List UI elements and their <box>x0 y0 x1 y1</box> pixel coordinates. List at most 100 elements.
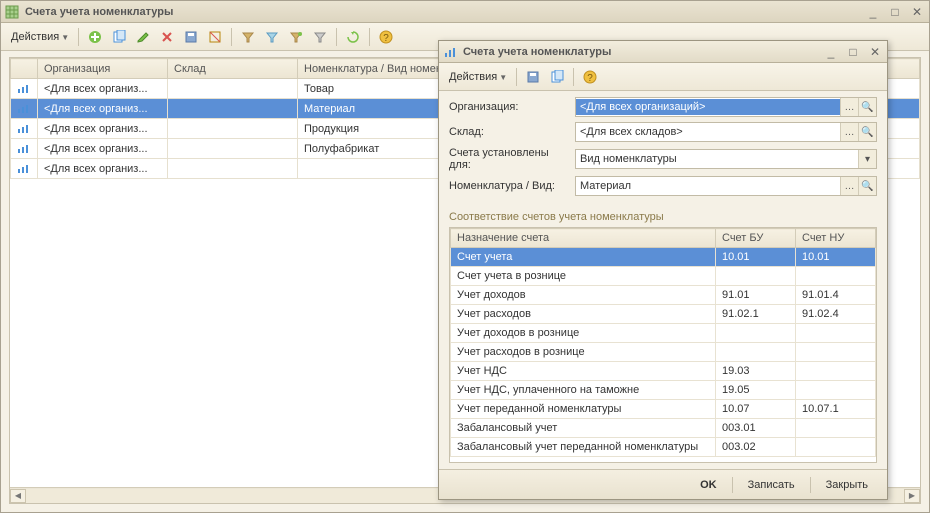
acct-cell-nu: 10.01 <box>796 248 876 267</box>
grid-icon <box>5 5 19 19</box>
acct-row[interactable]: Учет переданной номенклатуры10.0710.07.1 <box>451 400 876 419</box>
acct-header-row: Назначение счета Счет БУ Счет НУ <box>451 229 876 248</box>
setfor-input[interactable] <box>576 151 858 167</box>
acct-row[interactable]: Учет НДС, уплаченного на таможне19.05 <box>451 381 876 400</box>
org-label: Организация: <box>449 101 569 113</box>
acct-cell-bu <box>716 267 796 286</box>
filter-button-3[interactable] <box>285 26 307 48</box>
dialog-copy-button[interactable] <box>546 66 568 88</box>
save-button[interactable] <box>180 26 202 48</box>
copy-button[interactable] <box>108 26 130 48</box>
dialog-footer: OK Записать Закрыть <box>439 469 887 499</box>
field-row-org: Организация: <Для всех организаций> … 🔍 <box>449 97 877 117</box>
chevron-down-icon: ▾ <box>865 154 870 165</box>
acct-cell-nu: 91.01.4 <box>796 286 876 305</box>
sklad-input[interactable] <box>576 124 840 140</box>
dialog-close-button[interactable]: ✕ <box>867 45 883 59</box>
cell-org: <Для всех организ... <box>38 99 168 119</box>
ok-button[interactable]: OK <box>689 474 728 496</box>
filter-button-2[interactable] <box>261 26 283 48</box>
col-icon[interactable] <box>11 59 38 79</box>
row-icon-cell <box>11 119 38 139</box>
acct-row[interactable]: Счет учета10.0110.01 <box>451 248 876 267</box>
acct-col-name[interactable]: Назначение счета <box>451 229 716 248</box>
chart-icon <box>17 144 31 154</box>
acct-cell-nu <box>796 343 876 362</box>
acct-cell-name: Учет НДС, уплаченного на таможне <box>451 381 716 400</box>
chart-icon <box>17 164 31 174</box>
minimize-button[interactable]: _ <box>865 5 881 19</box>
scroll-left-button[interactable]: ◀ <box>10 489 26 503</box>
acct-row[interactable]: Учет расходов в рознице <box>451 343 876 362</box>
close-button[interactable]: ✕ <box>909 5 925 19</box>
accounts-section-title: Соответствие счетов учета номенклатуры <box>449 211 877 223</box>
field-row-sklad: Склад: … 🔍 <box>449 122 877 142</box>
write-button[interactable]: Записать <box>737 474 806 496</box>
select-button[interactable]: … <box>840 98 858 116</box>
nomvid-field[interactable]: … 🔍 <box>575 176 877 196</box>
acct-row[interactable]: Учет расходов91.02.191.02.4 <box>451 305 876 324</box>
mark-button[interactable] <box>204 26 226 48</box>
chart-icon <box>443 45 457 59</box>
acct-cell-nu <box>796 324 876 343</box>
dialog-toolbar: Действия▼ ? <box>439 63 887 91</box>
setfor-field[interactable]: ▾ <box>575 149 877 169</box>
search-button[interactable]: 🔍 <box>858 123 876 141</box>
acct-cell-name: Учет расходов в рознице <box>451 343 716 362</box>
acct-col-bu[interactable]: Счет БУ <box>716 229 796 248</box>
filter-clear-button[interactable] <box>309 26 331 48</box>
row-icon-cell <box>11 139 38 159</box>
nomvid-input[interactable] <box>576 178 840 194</box>
acct-cell-bu <box>716 343 796 362</box>
setfor-label: Счета установлены для: <box>449 147 569 171</box>
col-org[interactable]: Организация <box>38 59 168 79</box>
acct-cell-name: Учет доходов <box>451 286 716 305</box>
search-button[interactable]: 🔍 <box>858 98 876 116</box>
cell-sklad <box>168 99 298 119</box>
sklad-field[interactable]: … 🔍 <box>575 122 877 142</box>
dialog-help-button[interactable]: ? <box>579 66 601 88</box>
cell-sklad <box>168 139 298 159</box>
chart-icon <box>17 84 31 94</box>
maximize-button[interactable]: □ <box>887 5 903 19</box>
acct-cell-name: Учет НДС <box>451 362 716 381</box>
select-button[interactable]: … <box>840 177 858 195</box>
search-button[interactable]: 🔍 <box>858 177 876 195</box>
actions-menu[interactable]: Действия▼ <box>7 31 73 43</box>
filter-button-1[interactable] <box>237 26 259 48</box>
acct-cell-bu: 003.01 <box>716 419 796 438</box>
add-button[interactable] <box>84 26 106 48</box>
acct-row[interactable]: Учет доходов91.0191.01.4 <box>451 286 876 305</box>
cell-org: <Для всех организ... <box>38 159 168 179</box>
org-field[interactable]: <Для всех организаций> … 🔍 <box>575 97 877 117</box>
dialog-title: Счета учета номенклатуры <box>463 46 817 58</box>
svg-text:?: ? <box>587 73 593 84</box>
dialog-maximize-button[interactable]: □ <box>845 45 861 59</box>
scroll-right-button[interactable]: ▶ <box>904 489 920 503</box>
magnifier-icon: 🔍 <box>861 127 873 138</box>
acct-row[interactable]: Учет доходов в рознице <box>451 324 876 343</box>
nomvid-label: Номенклатура / Вид: <box>449 180 569 192</box>
acct-cell-bu <box>716 324 796 343</box>
acct-row[interactable]: Учет НДС19.03 <box>451 362 876 381</box>
acct-cell-name: Учет расходов <box>451 305 716 324</box>
close-dialog-button[interactable]: Закрыть <box>815 474 879 496</box>
acct-row[interactable]: Счет учета в рознице <box>451 267 876 286</box>
help-button[interactable]: ? <box>375 26 397 48</box>
col-sklad[interactable]: Склад <box>168 59 298 79</box>
accounts-table: Назначение счета Счет БУ Счет НУ Счет уч… <box>449 227 877 463</box>
cell-org: <Для всех организ... <box>38 79 168 99</box>
dialog-save-button[interactable] <box>522 66 544 88</box>
refresh-button[interactable] <box>342 26 364 48</box>
acct-row[interactable]: Забалансовый учет переданной номенклатур… <box>451 438 876 457</box>
dialog-actions-menu[interactable]: Действия▼ <box>445 71 511 83</box>
dialog-window: Счета учета номенклатуры _ □ ✕ Действия▼… <box>438 40 888 500</box>
dialog-minimize-button[interactable]: _ <box>823 45 839 59</box>
dropdown-button[interactable]: ▾ <box>858 150 876 168</box>
select-button[interactable]: … <box>840 123 858 141</box>
magnifier-icon: 🔍 <box>861 102 873 113</box>
acct-col-nu[interactable]: Счет НУ <box>796 229 876 248</box>
edit-button[interactable] <box>132 26 154 48</box>
delete-button[interactable] <box>156 26 178 48</box>
acct-row[interactable]: Забалансовый учет003.01 <box>451 419 876 438</box>
